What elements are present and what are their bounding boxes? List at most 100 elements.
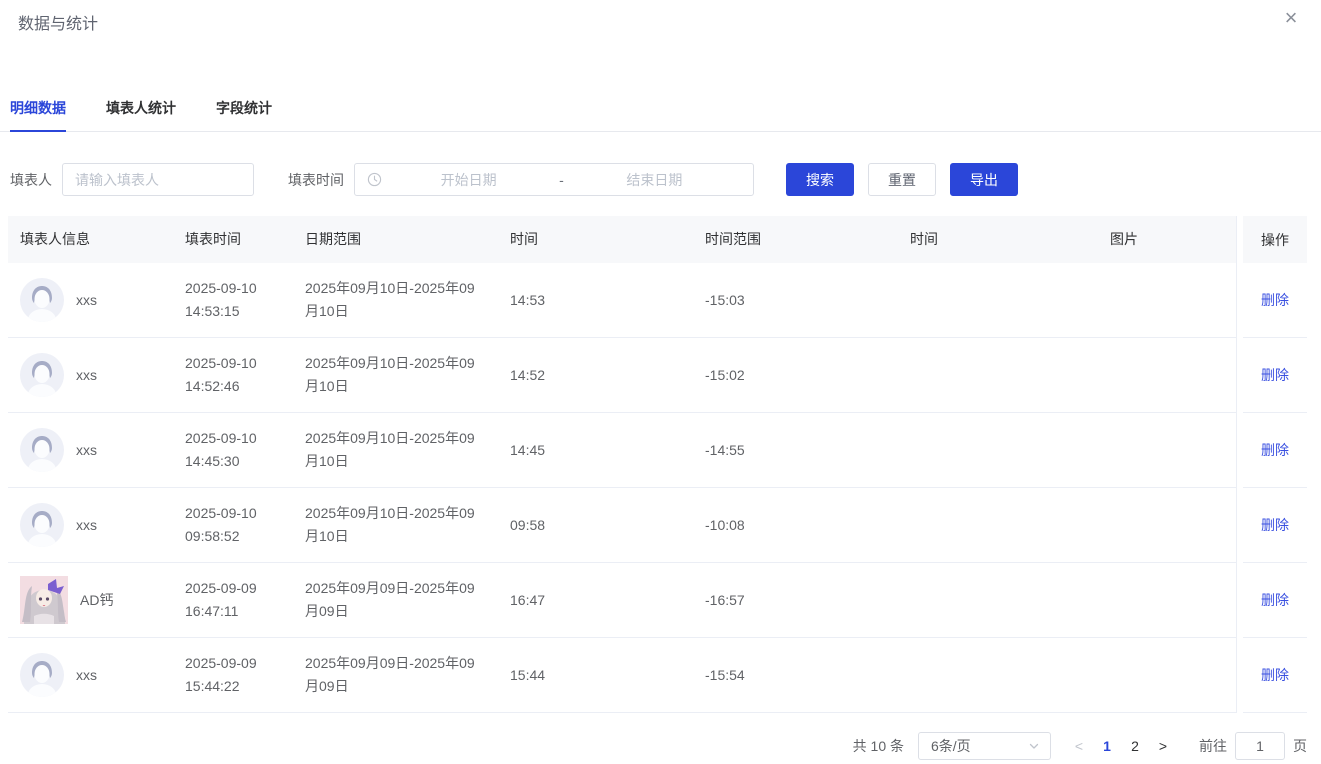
action-cell: 删除 [1243,638,1307,713]
clock-icon [367,172,382,187]
fill-time-cell: 2025-09-10 14:52:46 [173,352,293,398]
filler-info-cell: xxs [8,503,173,547]
table-main: 填表人信息 填表时间 日期范围 时间 时间范围 时间 图片 xxs 2025-0… [8,216,1237,713]
prev-page-button[interactable]: < [1065,732,1093,760]
fill-time-cell: 2025-09-10 09:58:52 [173,502,293,548]
fill-time-cell: 2025-09-09 16:47:11 [173,577,293,623]
table-row: xxs 2025-09-09 15:44:22 2025年09月09日-2025… [8,638,1236,713]
table-row: AD钙 2025-09-09 16:47:11 2025年09月09日-2025… [8,563,1236,638]
date-range-cell: 2025年09月10日-2025年09月10日 [293,427,498,473]
filler-info-cell: xxs [8,353,173,397]
fill-time-cell: 2025-09-10 14:45:30 [173,427,293,473]
time-cell: 09:58 [498,514,693,537]
total-count: 共 10 条 [853,736,904,756]
action-cell: 删除 [1243,263,1307,338]
filler-name: xxs [76,364,97,387]
tab-filler-stats[interactable]: 填表人统计 [106,88,176,132]
date-range-cell: 2025年09月10日-2025年09月10日 [293,352,498,398]
table-action-column: 操作 删除删除删除删除删除删除 [1243,216,1307,713]
page-number-1[interactable]: 1 [1093,738,1121,754]
fill-time-label: 填表时间 [288,170,344,190]
fill-time-cell: 2025-09-09 15:44:22 [173,652,293,698]
date-range-cell: 2025年09月09日-2025年09月09日 [293,577,498,623]
time-range-cell: -15:03 [693,289,898,312]
tab-bar: 明细数据 填表人统计 字段统计 [0,88,1321,132]
col-time-range: 时间范围 [693,228,898,251]
time-range-cell: -15:54 [693,664,898,687]
table-row: xxs 2025-09-10 14:45:30 2025年09月10日-2025… [8,413,1236,488]
search-button[interactable]: 搜索 [786,163,854,196]
data-table: 填表人信息 填表时间 日期范围 时间 时间范围 时间 图片 xxs 2025-0… [8,216,1307,713]
end-date-placeholder[interactable]: 结束日期 [568,170,741,190]
table-header-row: 填表人信息 填表时间 日期范围 时间 时间范围 时间 图片 [8,216,1236,263]
time-range-cell: -14:55 [693,439,898,462]
filler-name: xxs [76,439,97,462]
delete-link[interactable]: 删除 [1261,515,1289,535]
delete-link[interactable]: 删除 [1261,365,1289,385]
fill-time-cell: 2025-09-10 14:53:15 [173,277,293,323]
time-cell: 14:52 [498,364,693,387]
goto-page-input[interactable] [1235,732,1285,760]
filler-info-cell: xxs [8,653,173,697]
time-range-cell: -10:08 [693,514,898,537]
filler-name: xxs [76,514,97,537]
delete-link[interactable]: 删除 [1261,590,1289,610]
time-cell: 14:45 [498,439,693,462]
table-row: xxs 2025-09-10 14:53:15 2025年09月10日-2025… [8,263,1236,338]
col-action: 操作 [1243,216,1307,263]
col-filler-info: 填表人信息 [8,228,173,251]
date-range-cell: 2025年09月09日-2025年09月09日 [293,652,498,698]
user-photo [20,576,68,624]
filler-info-cell: AD钙 [8,576,173,624]
date-range-picker[interactable]: 开始日期 - 结束日期 [354,163,754,196]
default-avatar [20,653,64,697]
page-number-2[interactable]: 2 [1121,738,1149,754]
filler-input[interactable] [62,163,254,196]
action-cell: 删除 [1243,338,1307,413]
page-title: 数据与统计 [18,10,1303,34]
chevron-down-icon [1028,740,1040,752]
time-cell: 16:47 [498,589,693,612]
col-time-2: 时间 [898,228,1098,251]
col-image: 图片 [1098,228,1236,251]
export-button[interactable]: 导出 [950,163,1018,196]
delete-link[interactable]: 删除 [1261,440,1289,460]
time-cell: 15:44 [498,664,693,687]
date-range-cell: 2025年09月10日-2025年09月10日 [293,277,498,323]
filler-name: xxs [76,664,97,687]
time-cell: 14:53 [498,289,693,312]
close-icon[interactable]: × [1277,4,1305,32]
start-date-placeholder[interactable]: 开始日期 [382,170,555,190]
next-page-button[interactable]: > [1149,732,1177,760]
delete-link[interactable]: 删除 [1261,665,1289,685]
col-date-range: 日期范围 [293,228,498,251]
default-avatar [20,353,64,397]
time-range-cell: -15:02 [693,364,898,387]
range-separator: - [555,172,568,188]
table-row: xxs 2025-09-10 14:52:46 2025年09月10日-2025… [8,338,1236,413]
default-avatar [20,428,64,472]
date-range-cell: 2025年09月10日-2025年09月10日 [293,502,498,548]
page-size-value: 6条/页 [931,736,1028,756]
col-fill-time: 填表时间 [173,228,293,251]
action-cell: 删除 [1243,563,1307,638]
modal-header: 数据与统计 × [0,0,1321,40]
reset-button[interactable]: 重置 [868,163,936,196]
tab-detail-data[interactable]: 明细数据 [10,88,66,132]
filler-info-cell: xxs [8,278,173,322]
filler-info-cell: xxs [8,428,173,472]
filler-label: 填表人 [10,170,52,190]
time-range-cell: -16:57 [693,589,898,612]
page-unit-label: 页 [1293,736,1307,756]
action-cell: 删除 [1243,488,1307,563]
col-time-1: 时间 [498,228,693,251]
filler-name: xxs [76,289,97,312]
goto-label: 前往 [1199,736,1227,756]
filler-name: AD钙 [80,589,113,612]
action-cell: 删除 [1243,413,1307,488]
delete-link[interactable]: 删除 [1261,290,1289,310]
page-size-select[interactable]: 6条/页 [918,732,1051,760]
pagination: 共 10 条 6条/页 < 1 2 > 前往 页 [0,732,1307,760]
default-avatar [20,503,64,547]
tab-field-stats[interactable]: 字段统计 [216,88,272,132]
